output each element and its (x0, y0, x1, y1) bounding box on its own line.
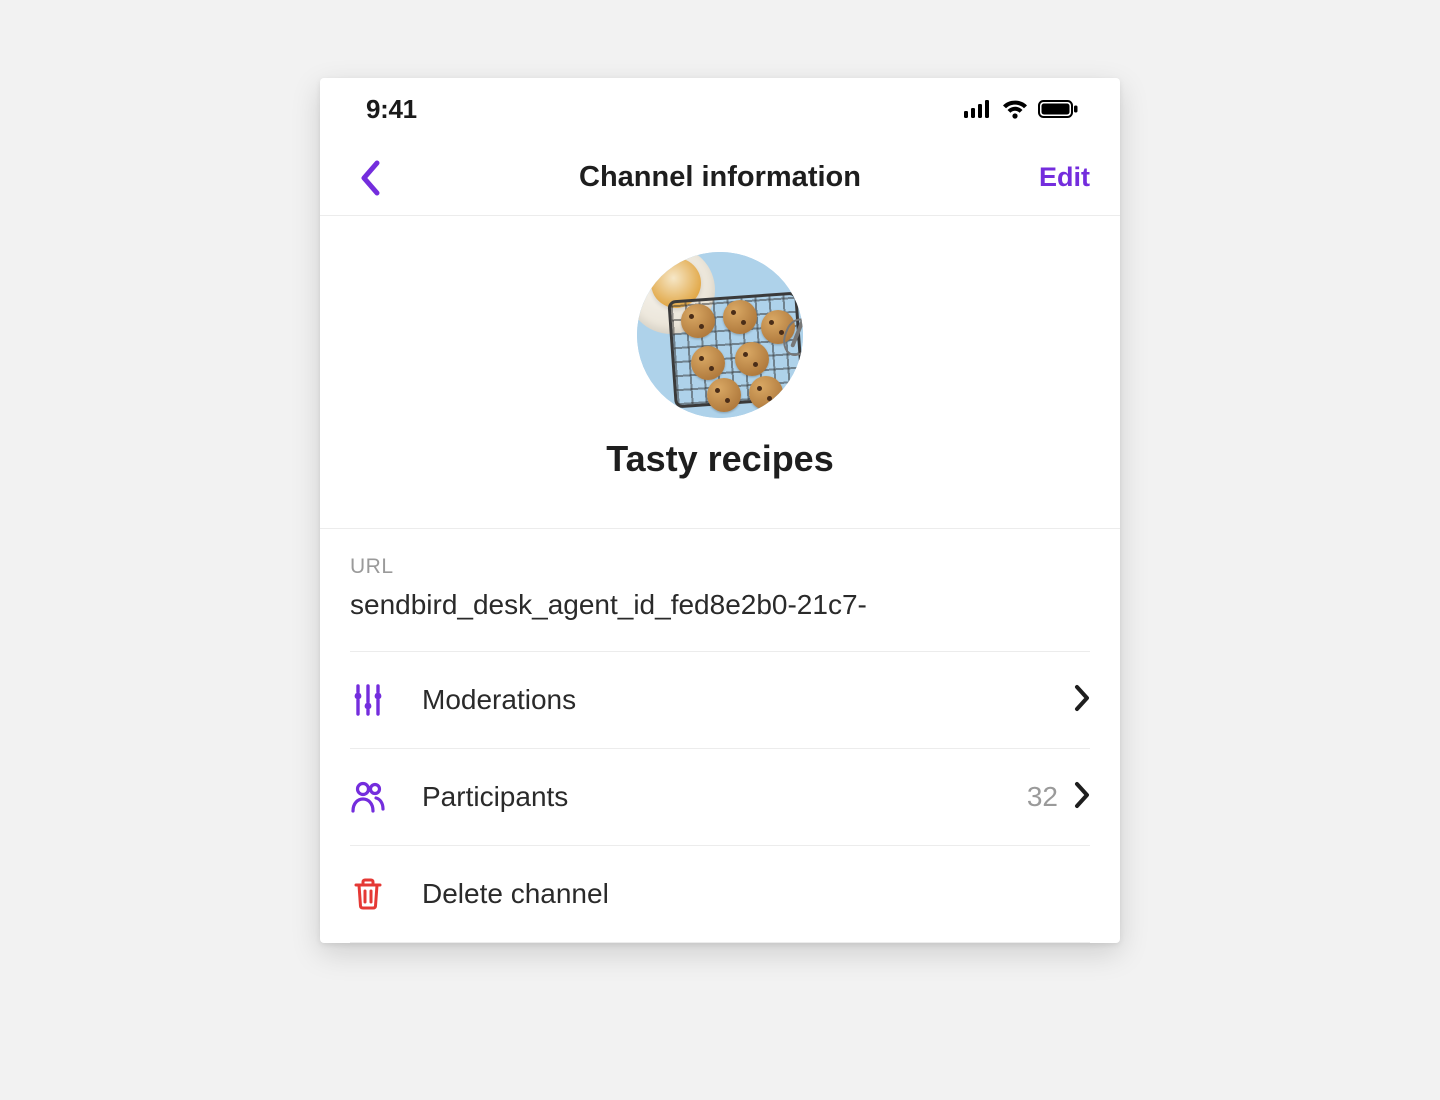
channel-avatar[interactable] (637, 252, 803, 418)
edit-button[interactable]: Edit (1039, 162, 1090, 193)
participants-count: 32 (1027, 781, 1058, 813)
url-value: sendbird_desk_agent_id_fed8e2b0-21c7- (350, 589, 1090, 621)
url-section: URL sendbird_desk_agent_id_fed8e2b0-21c7… (320, 528, 1120, 943)
nav-bar: Channel information Edit (320, 140, 1120, 216)
chevron-left-icon (359, 160, 381, 196)
delete-channel-row[interactable]: Delete channel (350, 845, 1090, 943)
participants-icon (350, 779, 386, 815)
channel-header: Tasty recipes (320, 216, 1120, 528)
back-button[interactable] (350, 158, 390, 198)
battery-icon (1038, 100, 1078, 118)
cellular-icon (964, 100, 992, 118)
moderations-label: Moderations (422, 684, 1074, 716)
sliders-icon (350, 682, 386, 718)
wifi-icon (1002, 100, 1028, 119)
channel-name: Tasty recipes (606, 438, 833, 480)
chevron-right-icon (1074, 684, 1090, 717)
status-icons (964, 100, 1078, 119)
status-bar: 9:41 (320, 78, 1120, 140)
nav-title: Channel information (320, 161, 1120, 194)
status-time: 9:41 (366, 94, 417, 125)
moderations-row[interactable]: Moderations (350, 651, 1090, 748)
participants-row[interactable]: Participants 32 (350, 748, 1090, 845)
participants-label: Participants (422, 781, 1027, 813)
avatar-image (637, 252, 803, 418)
device-frame: 9:41 (320, 78, 1120, 943)
chevron-right-icon (1074, 781, 1090, 814)
trash-icon (350, 876, 386, 912)
url-label: URL (350, 555, 1090, 579)
delete-channel-label: Delete channel (422, 878, 1090, 910)
